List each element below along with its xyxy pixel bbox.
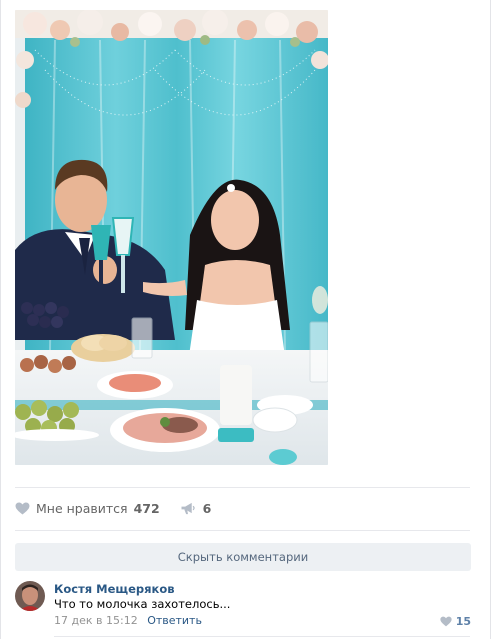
like-label: Мне нравится xyxy=(36,500,128,516)
comment-text: Что то молочка захотелось... xyxy=(54,597,231,611)
share-count: 6 xyxy=(202,500,212,516)
comment-meta: 17 дек в 15:12 Ответить xyxy=(54,614,202,627)
share-button[interactable]: 6 xyxy=(180,500,212,516)
heart-icon xyxy=(440,616,452,627)
post-divider xyxy=(15,487,470,488)
avatar[interactable] xyxy=(15,581,45,611)
comment-author-link[interactable]: Костя Мещеряков xyxy=(54,582,175,596)
post-card: Мне нравится 472 6 Скрыть комментарии Ко… xyxy=(0,0,491,639)
comment-date[interactable]: 17 дек в 15:12 xyxy=(54,614,138,627)
post-photo[interactable] xyxy=(15,10,328,465)
comment-item: Костя Мещеряков Что то молочка захотелос… xyxy=(15,581,471,631)
wedding-photo-image xyxy=(15,10,328,465)
reply-button[interactable]: Ответить xyxy=(147,614,202,627)
comment-like-count: 15 xyxy=(455,615,471,628)
heart-icon xyxy=(15,501,31,515)
comment-like-button[interactable]: 15 xyxy=(440,615,471,628)
actions-divider xyxy=(15,530,470,531)
hide-comments-button[interactable]: Скрыть комментарии xyxy=(15,543,471,571)
like-button[interactable]: Мне нравится 472 xyxy=(15,501,160,516)
comment-divider xyxy=(54,636,470,637)
like-count: 472 xyxy=(133,500,160,516)
megaphone-icon xyxy=(180,501,196,515)
post-actions: Мне нравится 472 6 xyxy=(15,496,231,520)
